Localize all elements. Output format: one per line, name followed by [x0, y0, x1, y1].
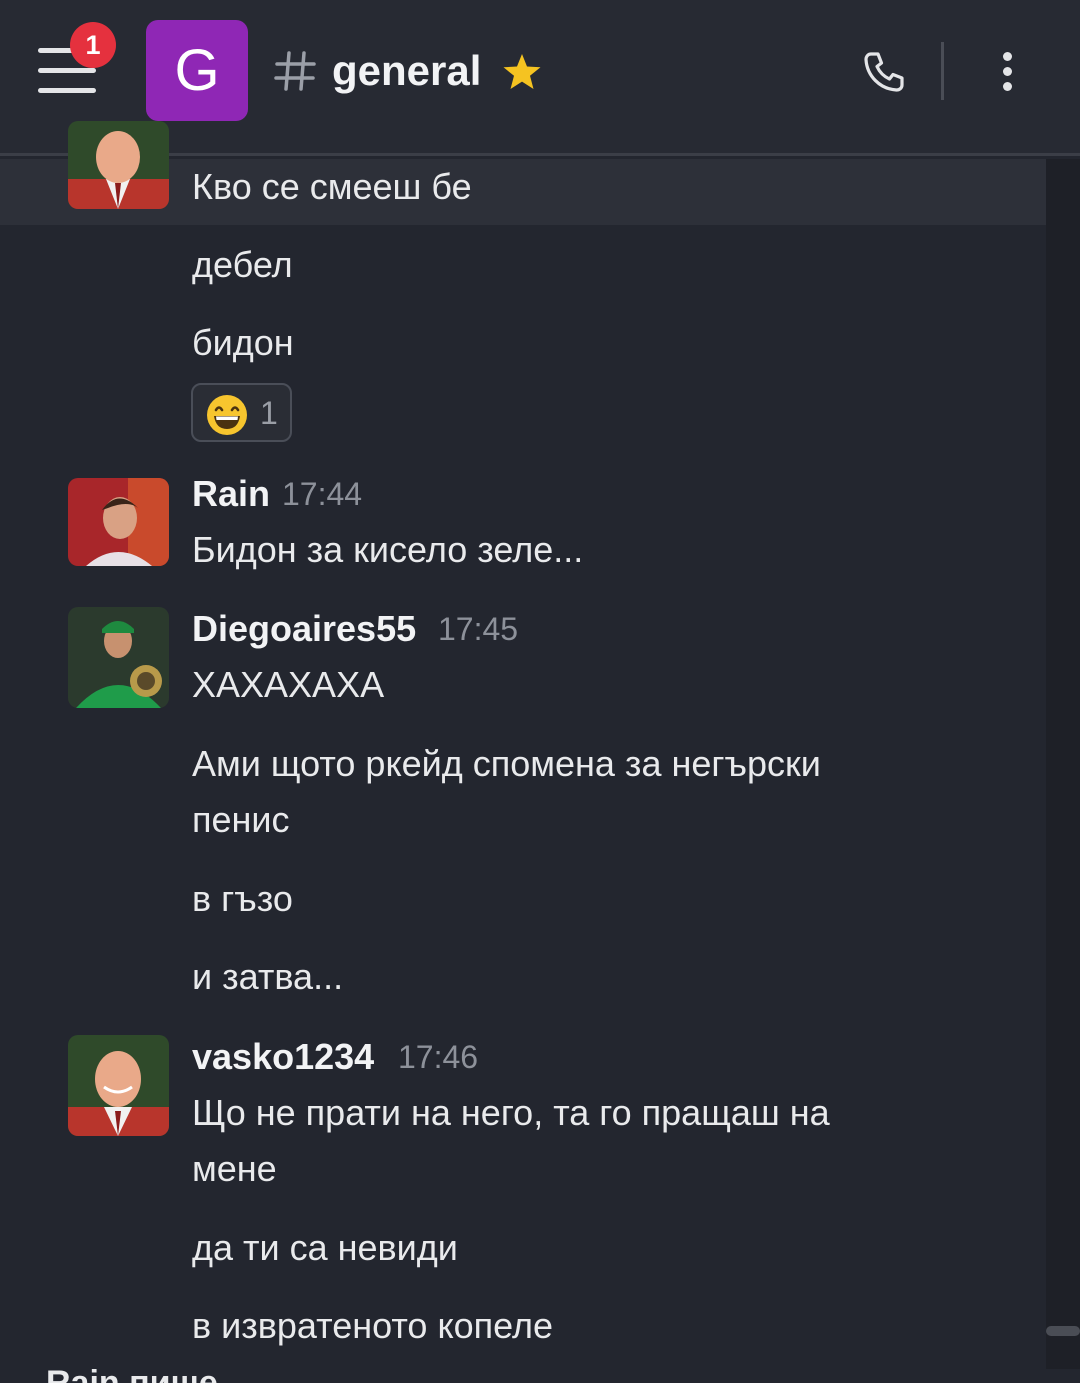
- header-divider: [941, 42, 944, 100]
- avatar[interactable]: [68, 478, 169, 566]
- message-text: Бидон за кисело зеле...: [192, 529, 584, 570]
- message-author[interactable]: Diegoaires55: [192, 607, 416, 651]
- message-timestamp: 17:45: [438, 611, 519, 647]
- message-author[interactable]: Rain: [192, 472, 270, 516]
- menu-bar: [38, 68, 96, 73]
- star-icon[interactable]: [502, 52, 542, 92]
- message-text: ХАХАХАХА: [192, 664, 385, 705]
- message-timestamp: 17:46: [398, 1039, 479, 1075]
- avatar-image: [68, 1035, 169, 1136]
- chat-app: 1 G general Кво се смееш бе дебел бидон …: [0, 0, 1080, 1383]
- menu-bar: [38, 88, 96, 93]
- avatar-image: [68, 121, 169, 209]
- more-vertical-icon[interactable]: [998, 50, 1016, 94]
- more-dot: [1003, 67, 1012, 76]
- message-text: Кво се смееш бе: [192, 166, 472, 207]
- avatar-image: [68, 607, 169, 708]
- notification-badge: 1: [70, 22, 116, 68]
- message-text: дебел: [192, 244, 293, 285]
- message-list[interactable]: Кво се смееш бе дебел бидон 1 Rain 17:44…: [0, 121, 1046, 1383]
- phone-icon[interactable]: [862, 50, 906, 94]
- message-text: мене: [192, 1148, 277, 1189]
- channel-name: general: [332, 47, 482, 94]
- message-text: бидон: [192, 322, 294, 363]
- server-icon[interactable]: G: [146, 20, 248, 121]
- message-text: Що не прати на него, та го пращаш на: [192, 1092, 830, 1133]
- message-author[interactable]: vasko1234: [192, 1035, 374, 1079]
- scrollbar-track[interactable]: [1046, 159, 1080, 1369]
- message-text: в гъзо: [192, 878, 293, 919]
- message-text: Ами щото ркейд спомена за негърски: [192, 743, 821, 784]
- message-text: и затва...: [192, 956, 344, 997]
- message-text: да ти са невиди: [192, 1227, 458, 1268]
- more-dot: [1003, 82, 1012, 91]
- message-text: пенис: [192, 799, 290, 840]
- avatar-image: [68, 478, 169, 566]
- more-dot: [1003, 52, 1012, 61]
- message-text: в извратеното копеле: [192, 1305, 553, 1346]
- avatar[interactable]: [68, 1035, 169, 1136]
- scrollbar-thumb[interactable]: [1046, 1326, 1080, 1336]
- typing-indicator: Rain пише...: [46, 1364, 247, 1383]
- hash-icon: [274, 51, 316, 91]
- avatar[interactable]: [68, 121, 169, 209]
- reaction-count: 1: [260, 395, 278, 431]
- message-timestamp: 17:44: [282, 476, 363, 512]
- avatar[interactable]: [68, 607, 169, 708]
- reaction-chip[interactable]: 1: [191, 383, 292, 442]
- grinning-face-icon: [207, 395, 247, 435]
